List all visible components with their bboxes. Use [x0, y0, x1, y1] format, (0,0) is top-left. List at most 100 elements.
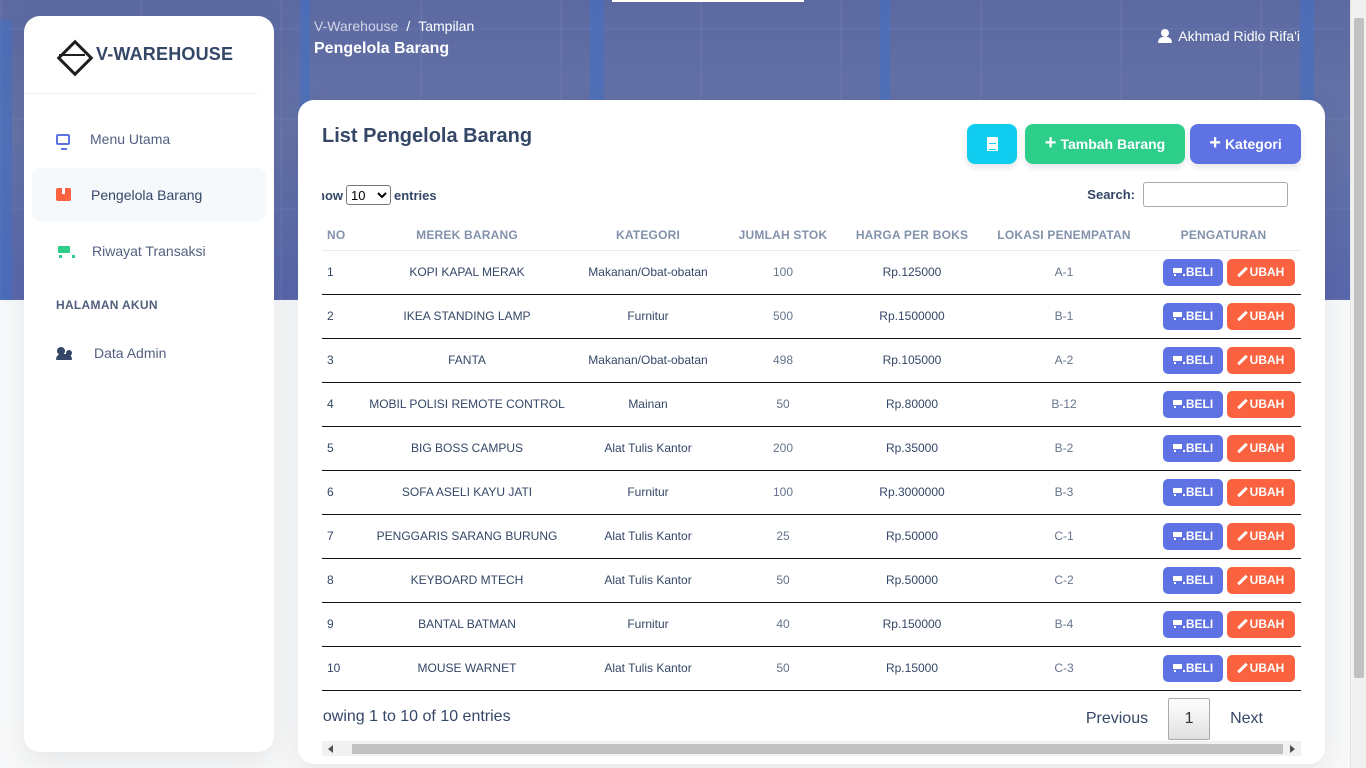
sidebar: V-WAREHOUSE Menu Utama Pengelola Barang …	[24, 16, 274, 752]
sidebar-heading-account: HALAMAN AKUN	[56, 298, 158, 312]
cell-merek: SOFA ASELI KAYU JATI	[362, 470, 572, 515]
box-icon	[56, 188, 71, 201]
cart-icon	[1172, 487, 1185, 497]
buy-button[interactable]: BELI	[1162, 434, 1223, 462]
row-actions: BELI UBAH	[1146, 522, 1301, 550]
cell-kategori: Makanan/Obat-obatan	[572, 250, 724, 295]
column-header-kategori[interactable]: KATEGORI	[572, 220, 724, 251]
pencil-icon	[1237, 663, 1247, 673]
pencil-icon	[1237, 575, 1247, 585]
cell-harga: Rp.1500000	[842, 294, 982, 339]
column-header-lokasi[interactable]: LOKASI PENEMPATAN	[982, 220, 1146, 251]
cell-merek: IKEA STANDING LAMP	[362, 294, 572, 339]
cell-harga: Rp.50000	[842, 514, 982, 559]
items-table: NO MEREK BARANG KATEGORI JUMLAH STOK HAR…	[322, 220, 1301, 691]
buy-label: BELI	[1185, 661, 1214, 675]
edit-label: UBAH	[1249, 353, 1285, 367]
buy-button[interactable]: BELI	[1162, 478, 1223, 506]
buy-button[interactable]: BELI	[1162, 522, 1223, 550]
buy-button[interactable]: BELI	[1162, 610, 1223, 638]
brand[interactable]: V-WAREHOUSE	[24, 16, 258, 94]
document-icon	[986, 137, 998, 151]
column-header-harga[interactable]: HARGA PER BOKS	[842, 220, 982, 251]
current-page-button[interactable]: 1	[1168, 698, 1211, 740]
column-header-stok[interactable]: JUMLAH STOK	[724, 220, 842, 251]
user-icon	[1158, 29, 1173, 43]
buy-label: BELI	[1185, 309, 1214, 323]
buy-button[interactable]: BELI	[1162, 346, 1223, 374]
table-header-row: NO MEREK BARANG KATEGORI JUMLAH STOK HAR…	[322, 220, 1301, 251]
cell-stok: 25	[724, 514, 842, 559]
cell-harga: Rp.105000	[842, 338, 982, 383]
cell-no: 8	[322, 558, 362, 603]
cell-actions: BELI UBAH	[1146, 514, 1301, 559]
row-actions: BELI UBAH	[1146, 478, 1301, 506]
edit-label: UBAH	[1249, 485, 1285, 499]
export-document-button[interactable]	[967, 124, 1017, 164]
entries-select[interactable]: 10	[346, 185, 391, 205]
cell-actions: BELI UBAH	[1146, 470, 1301, 515]
cell-stok: 100	[724, 250, 842, 295]
table-row: 2 IKEA STANDING LAMP Furnitur 500 Rp.1500000…	[322, 294, 1301, 339]
cell-harga: Rp.15000	[842, 646, 982, 691]
pencil-icon	[1237, 399, 1247, 409]
previous-page-button[interactable]: Previous	[1066, 698, 1168, 740]
cell-no: 4	[322, 382, 362, 427]
sidebar-item-riwayat-transaksi[interactable]: Riwayat Transaksi	[32, 224, 266, 277]
breadcrumb-root[interactable]: V-Warehouse	[314, 18, 398, 34]
edit-button[interactable]: UBAH	[1226, 522, 1295, 550]
buy-button[interactable]: BELI	[1162, 390, 1223, 418]
edit-button[interactable]: UBAH	[1226, 478, 1295, 506]
vertical-scrollbar[interactable]	[1350, 0, 1366, 768]
buy-button[interactable]: BELI	[1162, 258, 1223, 286]
length-suffix: entries	[394, 187, 437, 203]
sidebar-item-data-admin[interactable]: Data Admin	[32, 326, 266, 379]
row-actions: BELI UBAH	[1146, 302, 1301, 330]
next-page-button[interactable]: Next	[1210, 698, 1283, 740]
scroll-left-arrow-icon[interactable]	[328, 745, 333, 753]
cell-actions: BELI UBAH	[1146, 646, 1301, 691]
sidebar-item-label: Menu Utama	[90, 130, 171, 147]
row-actions: BELI UBAH	[1146, 566, 1301, 594]
user-menu[interactable]: Akhmad Ridlo Rifa'i	[1158, 28, 1300, 44]
cell-lokasi: C-1	[982, 514, 1146, 559]
cell-merek: MOUSE WARNET	[362, 646, 572, 691]
cell-harga: Rp.125000	[842, 250, 982, 295]
edit-button[interactable]: UBAH	[1226, 610, 1295, 638]
edit-button[interactable]: UBAH	[1226, 654, 1295, 682]
cell-lokasi: A-2	[982, 338, 1146, 383]
scroll-right-arrow-icon[interactable]	[1290, 745, 1295, 753]
buy-button[interactable]: BELI	[1162, 302, 1223, 330]
vertical-scroll-thumb[interactable]	[1354, 18, 1364, 678]
row-actions: BELI UBAH	[1146, 654, 1301, 682]
add-item-button[interactable]: + Tambah Barang	[1025, 124, 1185, 164]
cell-stok: 50	[724, 646, 842, 691]
edit-button[interactable]: UBAH	[1226, 390, 1295, 418]
column-header-pengaturan: PENGATURAN	[1146, 220, 1301, 251]
horizontal-scrollbar[interactable]	[322, 741, 1301, 756]
buy-button[interactable]: BELI	[1162, 654, 1223, 682]
edit-button[interactable]: UBAH	[1226, 346, 1295, 374]
cell-no: 9	[322, 602, 362, 647]
search-control: Search:	[1087, 182, 1288, 207]
buy-label: BELI	[1185, 617, 1214, 631]
horizontal-scroll-thumb[interactable]	[352, 744, 1283, 754]
edit-button[interactable]: UBAH	[1226, 302, 1295, 330]
brand-name: V-WAREHOUSE	[96, 44, 234, 64]
sidebar-item-label: Data Admin	[94, 344, 167, 361]
buy-button[interactable]: BELI	[1162, 566, 1223, 594]
edit-button[interactable]: UBAH	[1226, 566, 1295, 594]
cell-lokasi: B-1	[982, 294, 1146, 339]
sidebar-item-menu-utama[interactable]: Menu Utama	[32, 112, 266, 165]
edit-label: UBAH	[1249, 397, 1285, 411]
edit-button[interactable]: UBAH	[1226, 434, 1295, 462]
sidebar-item-pengelola-barang[interactable]: Pengelola Barang	[32, 168, 266, 221]
cell-actions: BELI UBAH	[1146, 250, 1301, 295]
cell-harga: Rp.80000	[842, 382, 982, 427]
column-header-merek[interactable]: MEREK BARANG	[362, 220, 572, 251]
edit-button[interactable]: UBAH	[1226, 258, 1295, 286]
column-header-no[interactable]: NO	[322, 220, 362, 251]
cell-stok: 500	[724, 294, 842, 339]
search-input[interactable]	[1143, 182, 1288, 207]
category-button[interactable]: + Kategori	[1190, 124, 1301, 164]
